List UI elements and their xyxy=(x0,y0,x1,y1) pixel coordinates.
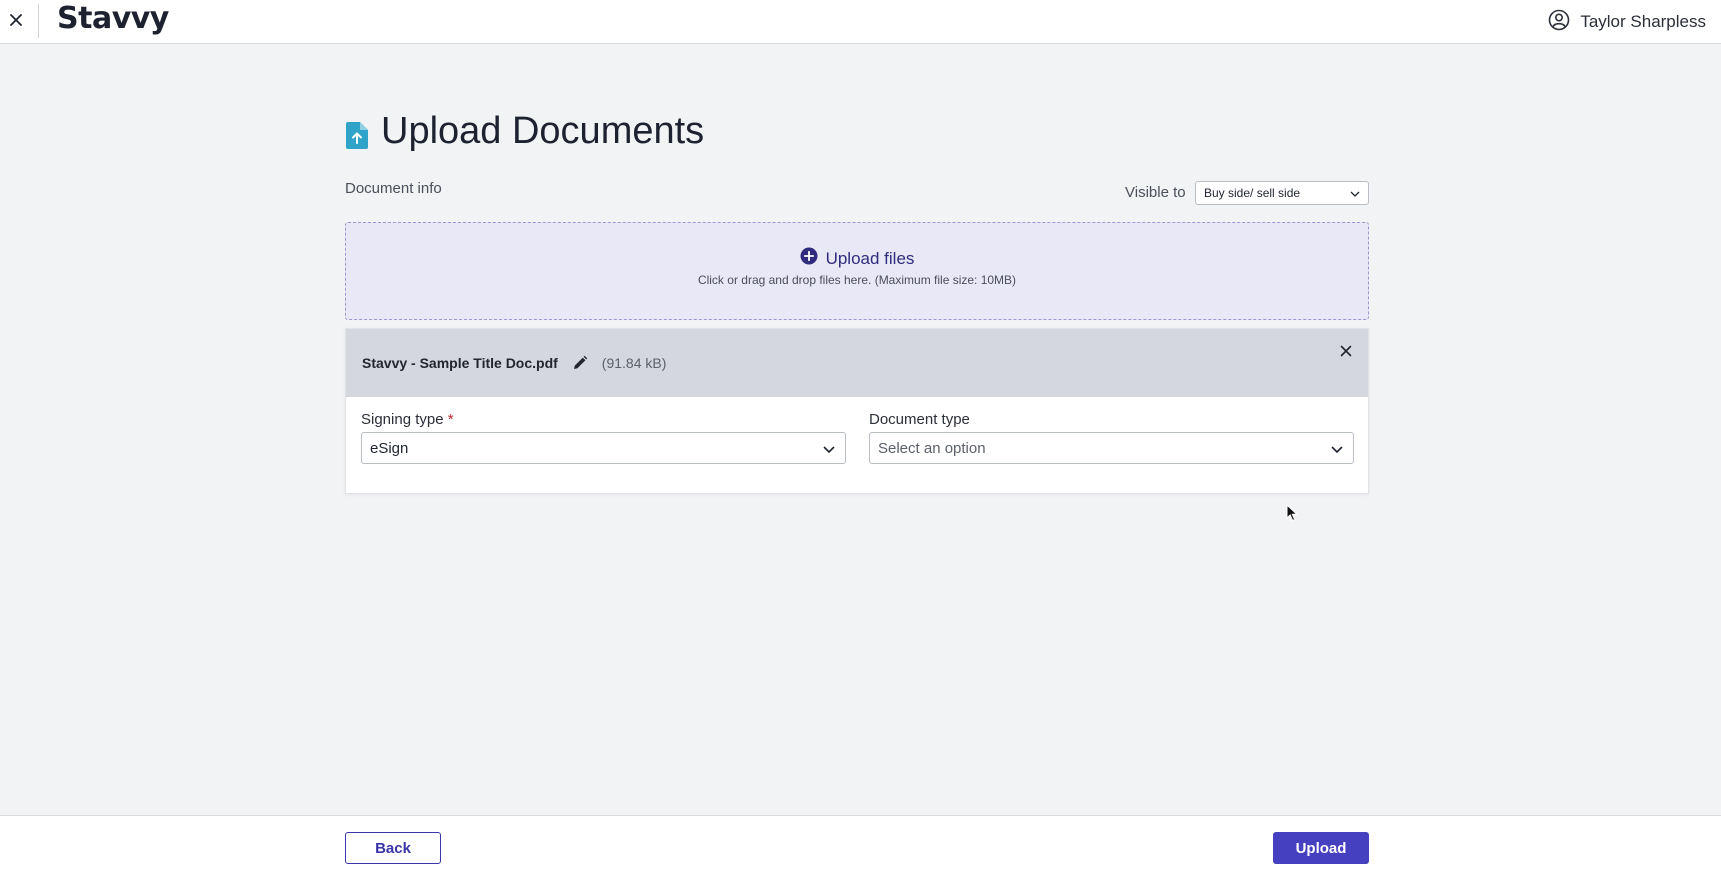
chevron-down-icon xyxy=(823,440,835,457)
document-type-select[interactable]: Select an option xyxy=(869,432,1354,464)
signing-type-label: Signing type * xyxy=(361,411,454,428)
file-name: Stavvy - Sample Title Doc.pdf xyxy=(362,355,558,371)
page-title: Upload Documents xyxy=(381,110,705,152)
file-header: Stavvy - Sample Title Doc.pdf (91.84 kB) xyxy=(346,329,1368,397)
visible-to-value: Buy side/ sell side xyxy=(1204,186,1301,200)
pencil-icon[interactable] xyxy=(572,355,588,371)
visible-to-label: Visible to xyxy=(1125,184,1186,201)
app-logo[interactable]: Stavvy xyxy=(57,1,169,36)
close-icon[interactable] xyxy=(6,10,26,30)
plus-circle-icon xyxy=(800,247,818,270)
user-circle-icon xyxy=(1548,9,1570,36)
file-size: (91.84 kB) xyxy=(601,355,667,371)
file-upload-icon xyxy=(346,122,368,149)
upload-hint: Click or drag and drop files here. (Maxi… xyxy=(697,273,1017,287)
top-bar: Stavvy Taylor Sharpless xyxy=(0,0,1721,44)
remove-file-icon[interactable] xyxy=(1338,343,1354,359)
user-menu[interactable]: Taylor Sharpless xyxy=(1548,9,1706,36)
signing-type-value: eSign xyxy=(370,439,409,457)
mouse-cursor-icon xyxy=(1286,503,1299,522)
upload-button[interactable]: Upload xyxy=(1273,832,1369,864)
visible-to-select[interactable]: Buy side/ sell side xyxy=(1195,181,1369,205)
document-type-placeholder: Select an option xyxy=(878,439,986,457)
user-name: Taylor Sharpless xyxy=(1580,12,1706,31)
back-button[interactable]: Back xyxy=(345,832,441,864)
signing-type-label-text: Signing type xyxy=(361,411,444,428)
document-info-label: Document info xyxy=(345,180,442,197)
chevron-down-icon xyxy=(1350,186,1360,200)
footer-bar: Back Upload xyxy=(0,815,1721,870)
signing-type-select[interactable]: eSign xyxy=(361,432,846,464)
required-mark: * xyxy=(447,411,454,428)
chevron-down-icon xyxy=(1331,440,1343,457)
upload-files-label: Upload files xyxy=(825,248,915,268)
file-card: Stavvy - Sample Title Doc.pdf (91.84 kB)… xyxy=(345,328,1369,494)
top-divider xyxy=(38,4,39,38)
document-type-label: Document type xyxy=(869,411,970,428)
upload-dropzone[interactable]: Upload files Click or drag and drop file… xyxy=(345,222,1369,320)
